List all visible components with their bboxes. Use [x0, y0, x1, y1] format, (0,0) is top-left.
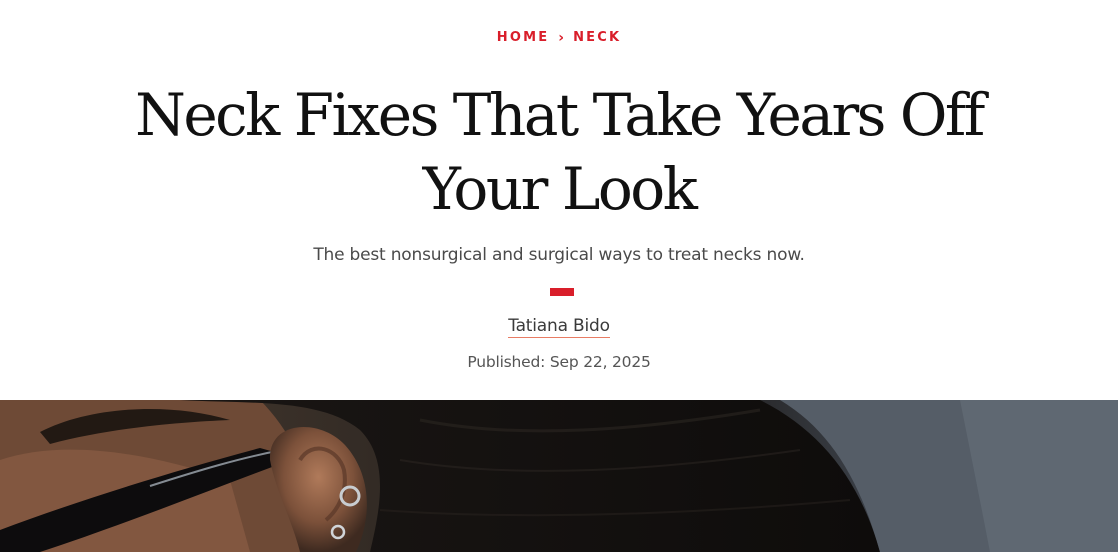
- article-headline: Neck Fixes That Take Years Off Your Look: [0, 78, 1118, 226]
- author-link[interactable]: Tatiana Bido: [508, 316, 610, 338]
- author-byline: Tatiana Bido: [0, 314, 1118, 338]
- breadcrumb-home-link[interactable]: HOME: [497, 30, 550, 45]
- article-page: HOME › NECK Neck Fixes That Take Years O…: [0, 0, 1118, 552]
- headline-line-2: Your Look: [422, 155, 698, 223]
- red-divider: [550, 288, 574, 296]
- breadcrumb: HOME › NECK: [0, 26, 1118, 48]
- published-date: Published: Sep 22, 2025: [467, 353, 651, 371]
- hero-image: [0, 400, 1118, 552]
- hero-photo-illustration: [0, 400, 1118, 552]
- breadcrumb-neck-link[interactable]: NECK: [573, 30, 621, 45]
- article-subtitle: The best nonsurgical and surgical ways t…: [313, 245, 805, 265]
- breadcrumb-separator-icon: ›: [558, 30, 565, 46]
- headline-line-1: Neck Fixes That Take Years Off: [135, 81, 985, 149]
